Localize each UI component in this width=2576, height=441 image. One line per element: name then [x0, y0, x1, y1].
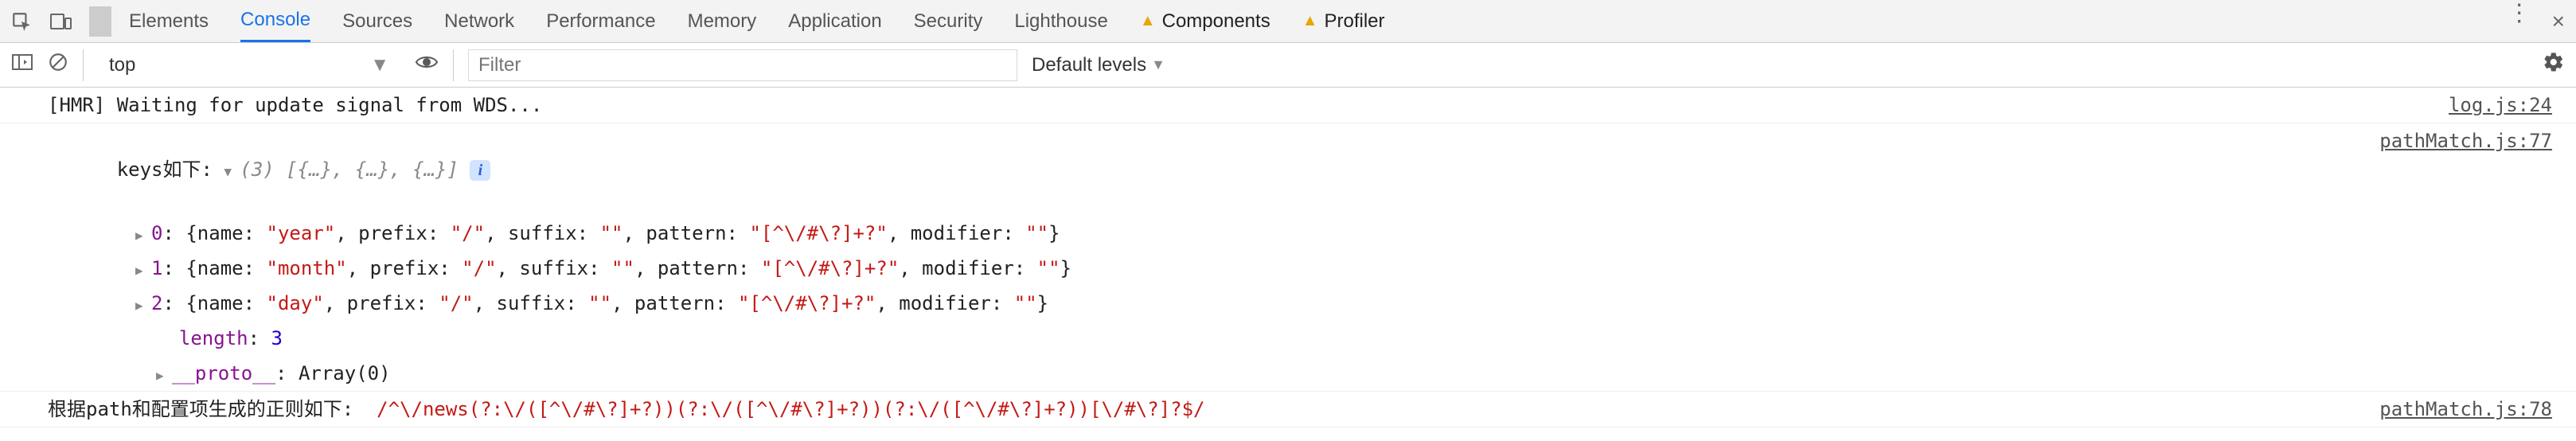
clear-console-icon[interactable] — [48, 52, 68, 78]
log-text: [HMR] Waiting for update signal from WDS… — [48, 94, 542, 116]
object-property: __proto__: Array(0) — [0, 356, 2576, 392]
context-selector[interactable]: top ▼ — [98, 49, 400, 81]
expand-toggle-icon[interactable] — [156, 359, 172, 388]
tab-sources[interactable]: Sources — [342, 0, 412, 42]
log-label: 根据path和配置项生成的正则如下: — [48, 398, 377, 420]
tab-application[interactable]: Application — [788, 0, 881, 42]
expand-toggle-icon[interactable] — [135, 254, 151, 283]
log-label: keys如下: — [117, 158, 224, 181]
devtools-tabbar: Elements Console Sources Network Perform… — [0, 0, 2576, 43]
log-entry: keys如下: (3) [{…}, {…}, {…}] i pathMatch.… — [0, 123, 2576, 216]
tab-network[interactable]: Network — [444, 0, 514, 42]
expand-toggle-icon[interactable] — [135, 289, 151, 318]
separator — [453, 49, 454, 81]
close-devtools-icon[interactable]: × — [2552, 9, 2565, 34]
object-item: 1: {name: "month", prefix: "/", suffix: … — [0, 251, 2576, 286]
more-tabs-icon[interactable]: ⋮ — [2508, 9, 2531, 34]
filter-input[interactable] — [468, 49, 1017, 81]
chevron-down-icon: ▼ — [370, 54, 389, 76]
separator — [83, 49, 84, 81]
array-summary-count: (3) — [240, 158, 274, 181]
console-toolbar: top ▼ Default levels ▼ — [0, 43, 2576, 88]
log-entry: [HMR] Waiting for update signal from WDS… — [0, 88, 2576, 123]
tab-components[interactable]: ▲Components — [1140, 0, 1270, 42]
console-settings-icon[interactable] — [2543, 51, 2565, 79]
tab-lighthouse[interactable]: Lighthouse — [1014, 0, 1107, 42]
inspect-icon[interactable] — [11, 11, 32, 32]
object-item: 2: {name: "day", prefix: "/", suffix: ""… — [0, 286, 2576, 321]
source-link[interactable]: pathMatch.js:77 — [2379, 127, 2552, 155]
chevron-down-icon: ▼ — [1151, 57, 1165, 73]
live-expression-icon[interactable] — [415, 53, 439, 76]
device-toolbar-icon[interactable] — [49, 11, 72, 32]
tab-memory[interactable]: Memory — [688, 0, 757, 42]
tab-elements[interactable]: Elements — [129, 0, 209, 42]
expand-toggle-icon[interactable] — [224, 155, 240, 184]
object-item: 0: {name: "year", prefix: "/", suffix: "… — [0, 216, 2576, 251]
source-link[interactable]: pathMatch.js:78 — [2379, 395, 2552, 423]
regex-value: /^\/news(?:\/([^\/#\?]+?))(?:\/([^\/#\?]… — [377, 398, 1204, 420]
tab-profiler[interactable]: ▲Profiler — [1302, 0, 1385, 42]
array-summary: [{…}, {…}, {…}] — [286, 158, 459, 181]
log-levels-selector[interactable]: Default levels ▼ — [1032, 54, 1165, 76]
source-link[interactable]: log.js:24 — [2449, 91, 2552, 119]
warning-icon: ▲ — [1302, 12, 1318, 30]
console-log-area: [HMR] Waiting for update signal from WDS… — [0, 88, 2576, 427]
log-entry: 根据path和配置项生成的正则如下: /^\/news(?:\/([^\/#\?… — [0, 392, 2576, 427]
info-icon[interactable]: i — [470, 160, 490, 181]
warning-icon: ▲ — [1140, 12, 1156, 30]
expand-toggle-icon[interactable] — [135, 219, 151, 248]
tab-console[interactable]: Console — [240, 0, 310, 42]
tab-list: Elements Console Sources Network Perform… — [129, 0, 1385, 42]
object-property: length: 3 — [0, 321, 2576, 356]
console-sidebar-toggle-icon[interactable] — [11, 53, 33, 77]
tab-security[interactable]: Security — [914, 0, 983, 42]
tab-performance[interactable]: Performance — [546, 0, 655, 42]
separator — [89, 6, 111, 37]
